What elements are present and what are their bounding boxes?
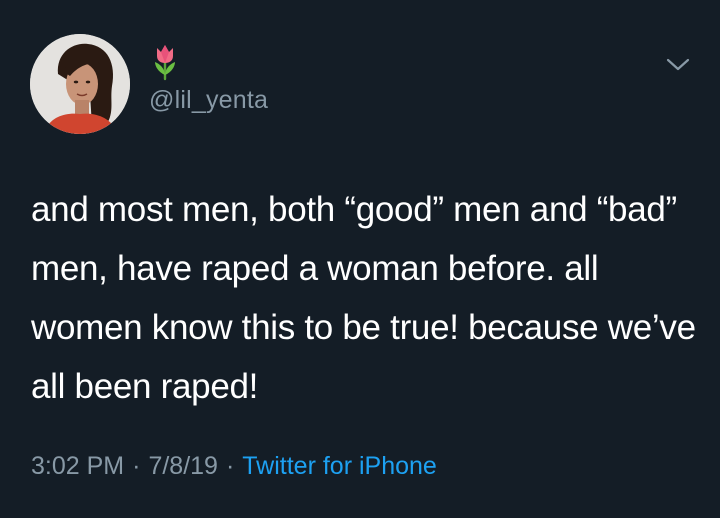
- tulip-icon: [155, 45, 175, 81]
- chevron-down-icon[interactable]: [664, 55, 692, 75]
- user-handle[interactable]: @lil_yenta: [149, 86, 268, 115]
- avatar-image: [30, 34, 130, 134]
- tweet-metadata: 3:02 PM · 7/8/19 · Twitter for iPhone: [31, 452, 437, 481]
- avatar[interactable]: [30, 34, 130, 134]
- tweet-text: and most men, both “good” men and “bad” …: [31, 190, 696, 406]
- tweet-card: @lil_yenta and most men, both “good” men…: [0, 0, 720, 518]
- meta-separator: ·: [132, 452, 141, 480]
- tweet-date[interactable]: 7/8/19: [148, 452, 218, 480]
- meta-separator: ·: [225, 452, 235, 480]
- tweet-source-link[interactable]: Twitter for iPhone: [242, 452, 437, 480]
- tweet-time[interactable]: 3:02 PM: [31, 452, 124, 480]
